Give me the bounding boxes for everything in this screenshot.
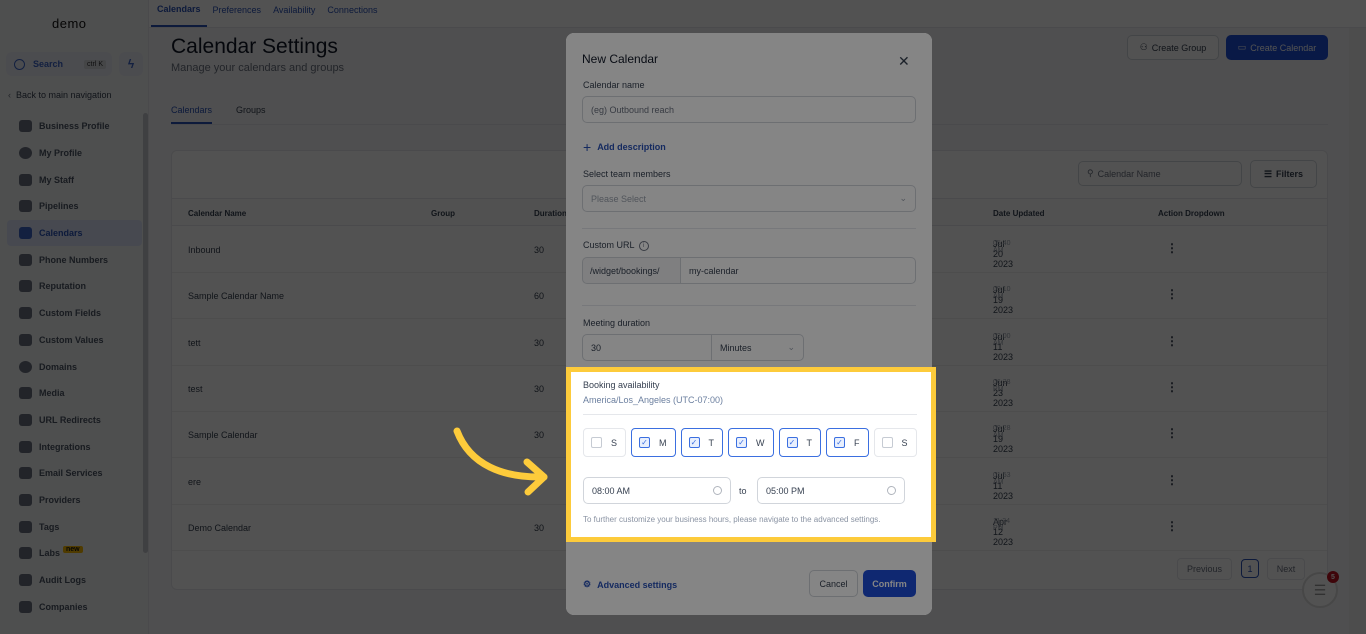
advanced-settings-link[interactable]: ⚙ Advanced settings xyxy=(583,579,677,590)
weekday-label: S xyxy=(901,437,908,448)
team-members-select[interactable]: Please Select ⌄ xyxy=(582,185,916,212)
checkbox-unchecked-icon xyxy=(881,437,893,448)
url-prefix: /widget/bookings/ xyxy=(582,257,680,284)
checkbox-checked-icon: ✓ xyxy=(786,437,798,448)
team-placeholder: Please Select xyxy=(591,193,647,204)
add-description-label: Add description xyxy=(597,142,666,152)
booking-availability-title: Booking availability xyxy=(583,380,660,390)
end-time-value: 05:00 PM xyxy=(766,485,805,496)
weekday-checkbox[interactable]: ✓ W xyxy=(728,428,774,457)
plus-icon: + xyxy=(583,139,592,155)
start-time-input[interactable]: 08:00 AM xyxy=(583,477,731,504)
weekday-selector: S ✓ M ✓ T ✓ W ✓ T ✓ F S xyxy=(583,428,917,457)
calendar-name-input[interactable]: (eg) Outbound reach xyxy=(582,96,916,123)
end-time-input[interactable]: 05:00 PM xyxy=(757,477,905,504)
divider xyxy=(582,305,916,306)
checkbox-checked-icon: ✓ xyxy=(736,437,748,448)
weekday-checkbox[interactable]: S xyxy=(583,428,627,457)
checkbox-checked-icon: ✓ xyxy=(639,437,651,448)
duration-unit-select[interactable]: Minutes ⌄ xyxy=(711,334,804,361)
advanced-settings-label: Advanced settings xyxy=(597,579,678,590)
gear-icon: ⚙ xyxy=(583,579,592,589)
timezone-text: America/Los_Angeles (UTC-07:00) xyxy=(583,395,724,405)
weekday-checkbox[interactable]: ✓ F xyxy=(826,428,869,457)
weekday-checkbox[interactable]: ✓ M xyxy=(631,428,676,457)
clock-icon xyxy=(713,486,722,495)
business-hours-note: To further customize your business hours… xyxy=(583,515,881,524)
divider xyxy=(583,414,917,415)
checkbox-checked-icon: ✓ xyxy=(834,437,846,448)
custom-url-input[interactable]: my-calendar xyxy=(680,257,916,284)
confirm-button[interactable]: Confirm xyxy=(863,570,916,597)
weekday-checkbox[interactable]: ✓ T xyxy=(778,428,822,457)
tutorial-arrow-icon xyxy=(453,427,548,496)
checkbox-unchecked-icon xyxy=(591,437,602,448)
meeting-duration-label: Meeting duration xyxy=(583,318,651,328)
calendar-name-placeholder: (eg) Outbound reach xyxy=(591,104,675,115)
duration-unit: Minutes xyxy=(720,342,752,353)
weekday-label: S xyxy=(611,437,618,448)
close-icon[interactable]: ✕ xyxy=(898,53,910,70)
calendar-name-label: Calendar name xyxy=(583,80,645,90)
custom-url-text: Custom URL xyxy=(583,240,635,250)
start-time-value: 08:00 AM xyxy=(592,485,631,496)
info-icon[interactable]: i xyxy=(638,240,649,251)
weekday-label: F xyxy=(854,437,860,448)
weekday-label: M xyxy=(659,437,667,448)
chevron-down-icon: ⌄ xyxy=(787,342,795,352)
custom-url-label: Custom URL i xyxy=(583,240,649,251)
weekday-label: T xyxy=(806,437,813,448)
duration-input[interactable]: 30 xyxy=(582,334,712,361)
weekday-label: W xyxy=(756,437,765,448)
checkbox-checked-icon: ✓ xyxy=(688,437,700,448)
team-members-label: Select team members xyxy=(583,169,671,179)
weekday-label: T xyxy=(708,437,715,448)
modal-title: New Calendar xyxy=(582,52,659,66)
to-label: to xyxy=(739,486,747,496)
cancel-button[interactable]: Cancel xyxy=(809,570,858,597)
clock-icon xyxy=(887,486,896,495)
weekday-checkbox[interactable]: S xyxy=(873,428,917,457)
chevron-down-icon: ⌄ xyxy=(899,193,907,203)
weekday-checkbox[interactable]: ✓ T xyxy=(680,428,724,457)
add-description-link[interactable]: + Add description xyxy=(583,139,666,155)
booking-availability-section: Booking availability America/Los_Angeles… xyxy=(566,367,936,542)
divider xyxy=(582,228,916,229)
